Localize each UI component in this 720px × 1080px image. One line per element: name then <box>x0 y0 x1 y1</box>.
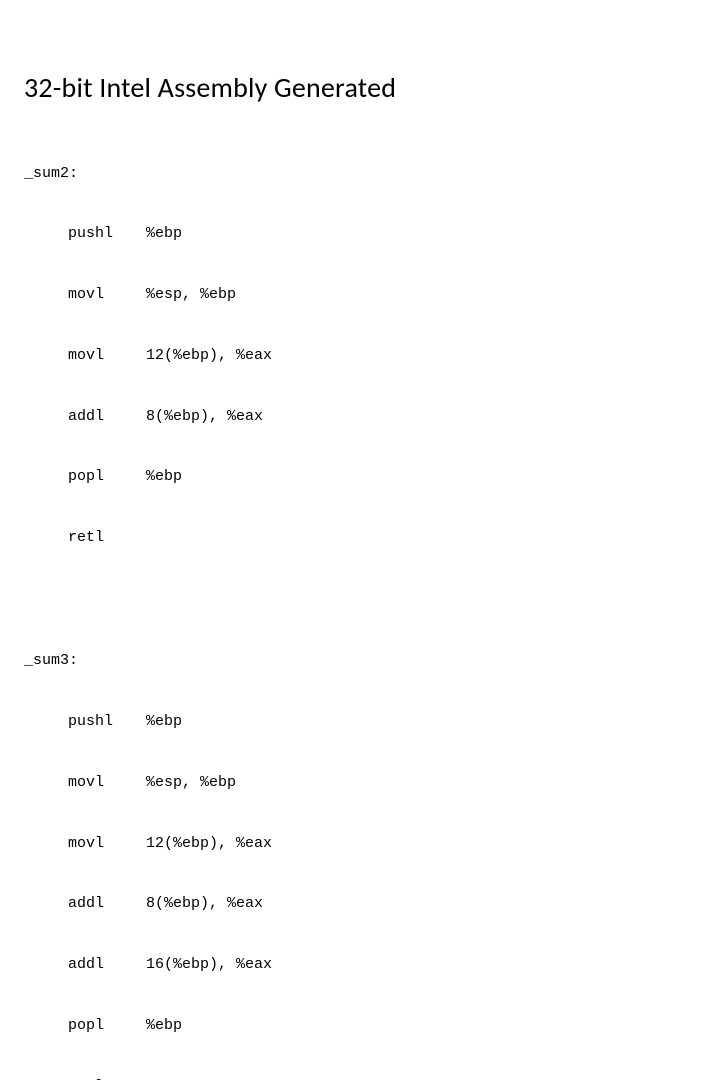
asm-line: movl12(%ebp), %eax <box>24 346 696 366</box>
asm-line: pushl%ebp <box>24 712 696 732</box>
asm-arg <box>146 1077 696 1080</box>
code-block-sum2: _sum2: pushl%ebp movl%esp, %ebp movl12(%… <box>24 123 696 589</box>
asm-arg: %ebp <box>146 712 696 732</box>
asm-op: addl <box>68 407 146 427</box>
asm-op: movl <box>68 285 146 305</box>
asm-line: pushl%ebp <box>24 224 696 244</box>
asm-arg: %ebp <box>146 1016 696 1036</box>
code-block-sum3: _sum3: pushl%ebp movl%esp, %ebp movl12(%… <box>24 611 696 1080</box>
asm-line: movl%esp, %ebp <box>24 773 696 793</box>
asm-op: retl <box>68 528 146 548</box>
asm-op: movl <box>68 346 146 366</box>
asm-line: popl%ebp <box>24 467 696 487</box>
asm-arg: 12(%ebp), %eax <box>146 834 696 854</box>
asm-line: retl <box>24 528 696 548</box>
asm-op: movl <box>68 834 146 854</box>
asm-arg <box>146 528 696 548</box>
asm-arg: %ebp <box>146 224 696 244</box>
asm-arg: 8(%ebp), %eax <box>146 894 696 914</box>
page-title: 32-bit Intel Assembly Generated <box>24 70 696 105</box>
asm-line: movl%esp, %ebp <box>24 285 696 305</box>
asm-line: movl12(%ebp), %eax <box>24 834 696 854</box>
asm-arg: 16(%ebp), %eax <box>146 955 696 975</box>
asm-arg: %esp, %ebp <box>146 773 696 793</box>
asm-arg: 8(%ebp), %eax <box>146 407 696 427</box>
asm-line: addl8(%ebp), %eax <box>24 407 696 427</box>
asm-op: popl <box>68 467 146 487</box>
asm-label: _sum3: <box>24 651 696 671</box>
asm-arg: 12(%ebp), %eax <box>146 346 696 366</box>
asm-op: retl <box>68 1077 146 1080</box>
asm-line: popl%ebp <box>24 1016 696 1036</box>
asm-op: popl <box>68 1016 146 1036</box>
asm-op: addl <box>68 894 146 914</box>
slide: 32-bit Intel Assembly Generated _sum2: p… <box>0 0 720 1080</box>
asm-label: _sum2: <box>24 164 696 184</box>
asm-op: movl <box>68 773 146 793</box>
asm-line: addl8(%ebp), %eax <box>24 894 696 914</box>
asm-line: addl16(%ebp), %eax <box>24 955 696 975</box>
asm-arg: %esp, %ebp <box>146 285 696 305</box>
asm-op: addl <box>68 955 146 975</box>
asm-op: pushl <box>68 712 146 732</box>
asm-line: retl <box>24 1077 696 1080</box>
asm-op: pushl <box>68 224 146 244</box>
asm-arg: %ebp <box>146 467 696 487</box>
